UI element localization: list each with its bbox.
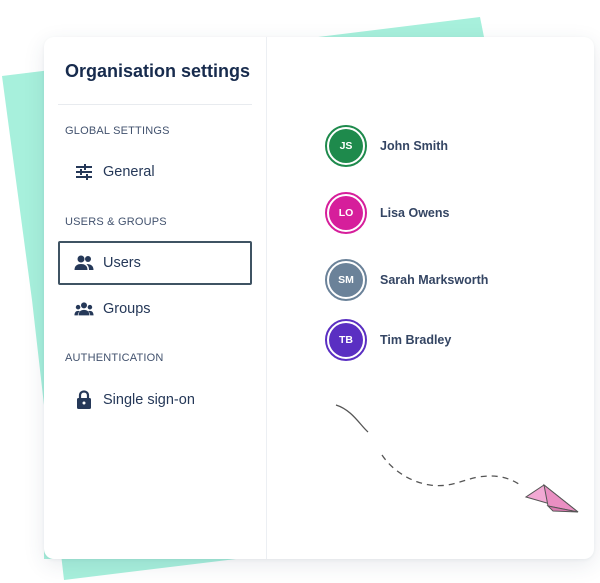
paper-plane-doodle — [335, 404, 579, 513]
paper-plane-icon — [524, 483, 579, 513]
